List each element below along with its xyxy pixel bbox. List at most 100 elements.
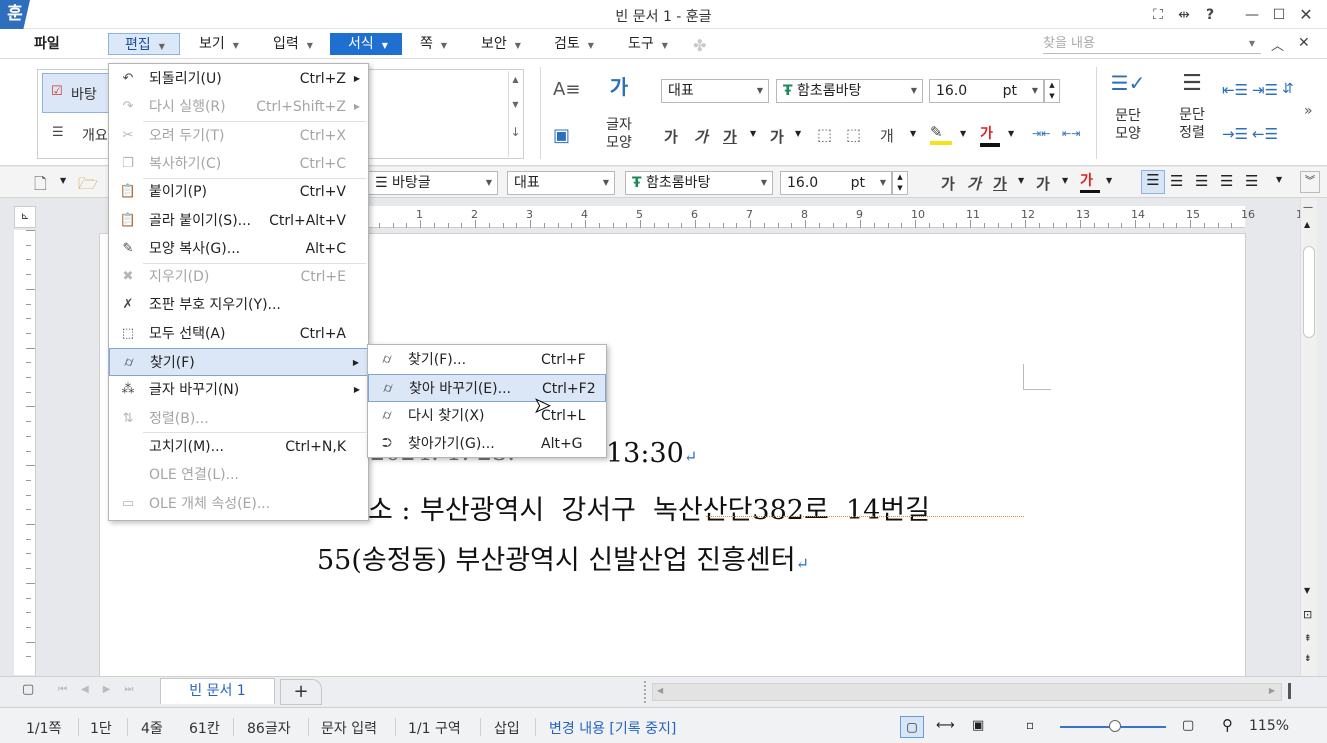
close-doc-icon[interactable]: ✕ [1298,35,1310,51]
subscript-icon[interactable]: ⬚ [846,125,861,144]
narrow-spacing-icon[interactable]: ⇥⇤ [1032,127,1050,140]
find-menu-item[interactable]: ⌭ 다시 찾기(X) Ctrl+L [368,402,606,430]
horizontal-scrollbar[interactable]: ◀ ▶ [652,683,1282,701]
ribbon-size-input[interactable]: 16.0 pt ▼ [929,79,1044,103]
zoom-out-icon[interactable]: ▫ [1026,718,1034,732]
status-zoom[interactable]: 115% [1249,718,1289,734]
highlight-icon[interactable]: ✎ [930,123,952,145]
chevron-down-icon[interactable]: ▼ [1008,129,1014,138]
prev-page-icon[interactable]: ⇞ [1304,634,1312,644]
zoom-slider-thumb[interactable] [1109,720,1121,732]
menu-review[interactable]: 검토 ▼ [548,33,600,55]
menu-view[interactable]: 보기 ▼ [193,33,245,55]
edit-menu-item[interactable]: ↶ 되돌리기(U) Ctrl+Z ▶ [109,65,368,93]
ruler-corner-icon[interactable]: ⊾ [14,206,36,228]
edit-menu-item[interactable]: ✂ 오려 두기(T) Ctrl+X [109,122,368,150]
font-color-icon[interactable]: 가 [980,123,1000,147]
para-shape-button[interactable]: ☰✓ 문단 모양 [1108,71,1148,143]
scroll-up-icon[interactable]: ▲ [1304,220,1310,229]
close-icon[interactable]: ✕ [1295,5,1317,25]
indent-left-icon[interactable]: ⇤☰ [1222,81,1248,99]
font-select[interactable]: Ŧ 함초롬바탕 ▼ [625,171,773,195]
split-handle[interactable] [644,681,648,703]
new-document-icon[interactable]: 🗋 [34,173,47,200]
menu-insert[interactable]: 입력 ▼ [267,33,319,55]
status-page[interactable]: 1/1쪽 [26,718,61,738]
vertical-ruler[interactable] [14,230,36,675]
menu-format[interactable]: 서식 ▼ [330,33,402,55]
edit-menu-item[interactable]: 고치기(M)... Ctrl+N,K [109,433,368,461]
italic-icon[interactable]: 가 [967,173,981,194]
scroll-thumb[interactable] [1303,246,1315,338]
menu-page[interactable]: 쪽 ▼ [414,33,453,55]
edit-menu-item[interactable]: ▭ OLE 개체 속성(E)... [109,490,368,518]
size-stepper[interactable]: ▲ ▼ [1044,79,1060,103]
add-tab-button[interactable]: + [280,679,322,705]
lang-select[interactable]: 대표 ▼ [507,171,615,195]
edit-menu-item[interactable]: 📋 골라 붙이기(S)... Ctrl+Alt+V [109,207,368,235]
chevron-down-icon[interactable]: ▼ [795,129,801,138]
status-insert[interactable]: 삽입 [494,718,520,738]
strikethrough-icon[interactable]: 가 [770,126,784,147]
extension-icon[interactable]: ✤ [693,36,706,55]
chevron-down-icon[interactable]: ▼ [1062,176,1068,185]
style-select[interactable]: ☰ 바탕글 ▼ [368,171,498,195]
center-align-icon[interactable]: ☰ [1195,172,1208,190]
find-menu-item[interactable]: ⮊ 찾아가기(G)... Alt+G [368,430,606,458]
chevron-down-icon[interactable]: ▼ [750,129,756,138]
bold-icon[interactable]: 가 [941,173,955,194]
edit-menu-item[interactable]: ⁂ 글자 바꾸기(N) ▶ [109,376,368,404]
menu-security[interactable]: 보안 ▼ [475,33,527,55]
chevron-down-icon[interactable]: ▼ [1018,176,1024,185]
left-align-icon[interactable]: ☰ [1170,172,1183,190]
full-page-icon[interactable]: ▣ [972,718,984,733]
chevron-down-icon[interactable]: ▼ [960,129,966,138]
edit-menu-item[interactable]: ✎ 모양 복사(G)... Alt+C [109,235,368,263]
italic-icon[interactable]: 가 [694,126,708,147]
hanging-indent-icon[interactable]: ←☰ [1252,125,1278,143]
edit-menu-item[interactable]: ⇅ 정렬(B)... [109,405,368,433]
ribbon-font-select[interactable]: Ŧ 함초롬바탕 ▼ [776,79,923,103]
scroll-left-icon[interactable]: ◀ [657,686,663,695]
superscript-icon[interactable]: ⬚ [817,125,832,144]
edit-menu-item[interactable]: 📋 붙이기(P) Ctrl+V [109,178,368,206]
justify-align-icon[interactable]: ☰ [1141,170,1165,194]
status-track-changes[interactable]: 변경 내용 [기록 중지] [549,718,676,738]
open-folder-icon[interactable]: 🗁 [78,173,98,200]
fullscreen-icon[interactable]: ⛶ [1147,5,1169,25]
chevron-down-icon[interactable]: ▼ [1276,175,1282,184]
collapse-ribbon-icon[interactable]: ︿ [1271,35,1284,54]
right-align-icon[interactable]: ☰ [1220,172,1233,190]
char-border-icon[interactable]: 개 [880,125,894,146]
split-view-icon[interactable]: ⇹ [1173,5,1195,25]
menu-file[interactable]: 파일 [28,33,66,55]
style-folder-icon[interactable]: ▣ [553,125,570,146]
edit-menu-item[interactable]: ⌭ 찾기(F) ▶ [109,348,368,376]
underline-icon[interactable]: 가 [993,173,1007,194]
bold-icon[interactable]: 가 [664,126,678,147]
maximize-icon[interactable]: ☐ [1268,5,1290,25]
page-view-mode-icon[interactable]: ▢ [900,716,924,738]
line-spacing-icon[interactable]: ⇵ [1282,81,1294,97]
fit-width-icon[interactable]: ⟷ [936,718,955,733]
scroll-top-icon[interactable]: — [1303,202,1313,213]
size-input[interactable]: 16.0 pt ▼ [780,171,892,195]
split-bar-icon[interactable] [1288,683,1291,699]
indent-right-icon[interactable]: ⇥☰ [1252,81,1278,99]
menu-tools[interactable]: 도구 ▼ [622,33,674,55]
page-view-icon[interactable]: ⊡ [1303,608,1312,621]
tab-nav-icons[interactable]: ⏮◀▶⏭ [58,684,147,695]
search-input[interactable]: 찾을 내용 ▼ [1043,34,1261,54]
edit-menu-item[interactable]: ↷ 다시 실행(R) Ctrl+Shift+Z ▶ [109,93,368,121]
font-color-icon[interactable]: 가 [1080,170,1100,193]
tab-document[interactable]: 빈 문서 1 [160,678,275,704]
underline-icon[interactable]: 가 [723,126,737,147]
magnifier-icon[interactable]: ⚲ [1222,716,1233,734]
style-item2-label[interactable]: 개요 [82,125,108,145]
toolbar-more-icon[interactable]: ︾ [1300,171,1320,193]
next-page-icon[interactable]: ⇟ [1304,654,1312,664]
wide-spacing-icon[interactable]: ⇤⇥ [1062,127,1080,140]
chevron-down-icon[interactable]: ▼ [60,176,66,185]
menu-edit[interactable]: 편집 ▼ [108,33,180,55]
distribute-align-icon[interactable]: ☰ [1245,172,1258,190]
